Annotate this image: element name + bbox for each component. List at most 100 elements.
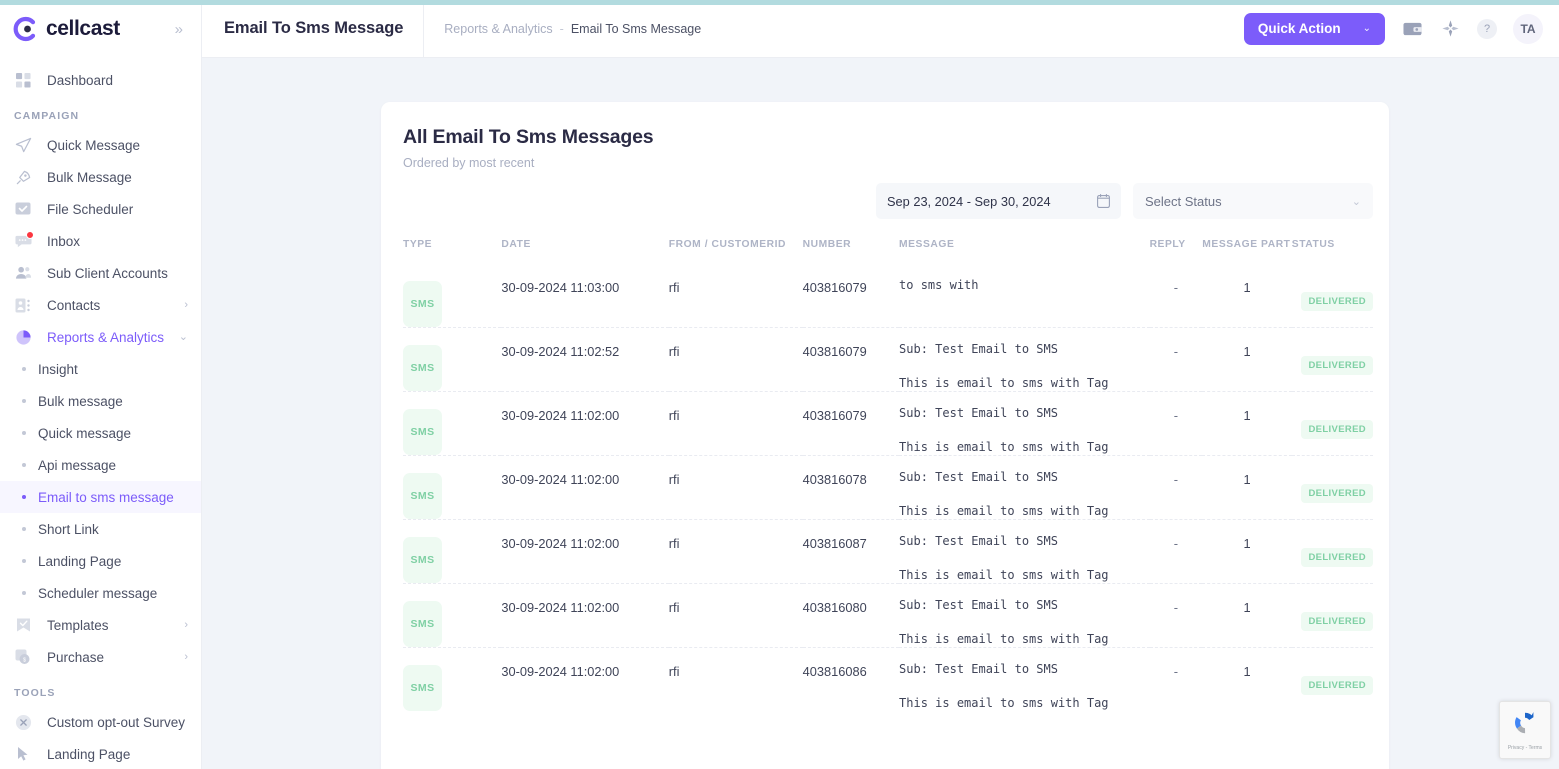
- bullet-icon: [22, 463, 26, 467]
- sidebar-item-label: Contacts: [47, 297, 101, 313]
- reply-value: -: [1173, 280, 1179, 295]
- cell-number: 403816079: [803, 264, 899, 328]
- cell-type: SMS: [403, 391, 502, 456]
- table-row[interactable]: SMS 30-09-2024 11:02:00 rfi 403816080 Sub: T…: [403, 583, 1373, 648]
- contact-card-icon: [14, 296, 32, 314]
- date-value: 30-09-2024 11:02:52: [501, 344, 620, 359]
- sidebar-item-sub-client-accounts[interactable]: Sub Client Accounts: [0, 257, 201, 289]
- column-header-reply: REPLY: [1149, 239, 1186, 250]
- chat-bubble-icon: [14, 231, 34, 250]
- chevron-right-icon: ›: [184, 650, 188, 663]
- message-part-value: 1: [1243, 600, 1251, 615]
- avatar[interactable]: TA: [1513, 13, 1543, 44]
- sidebar-item-purchase[interactable]: $ Purchase ›: [0, 641, 201, 673]
- page-title: Email To Sms Message: [224, 19, 404, 37]
- column-header-from: FROM / CUSTOMERID: [668, 239, 787, 250]
- message-line-1: Sub: Test Email to SMS: [899, 342, 1058, 356]
- from-value: rfi: [668, 408, 680, 423]
- number-value: 403816080: [802, 600, 867, 615]
- sidebar-item-reports-analytics[interactable]: Reports & Analytics ⌄: [0, 321, 201, 353]
- cell-number: 403816079: [802, 391, 900, 456]
- sms-type-badge: SMS: [403, 665, 442, 711]
- cell-date: 30-09-2024 11:03:00: [501, 264, 668, 328]
- cell-date: 30-09-2024 11:02:00: [501, 519, 669, 584]
- table-row[interactable]: SMS 30-09-2024 11:02:00 rfi 403816078 Sub: T…: [403, 455, 1373, 520]
- recaptcha-label: Privacy - Terms: [1507, 745, 1543, 751]
- chevron-down-icon: ⌄: [178, 330, 188, 343]
- chevrons-right-icon[interactable]: »: [171, 18, 187, 41]
- breadcrumb-parent[interactable]: Reports & Analytics: [444, 22, 552, 36]
- message-part-value: 1: [1243, 344, 1251, 359]
- table-row[interactable]: SMS 30-09-2024 11:02:00 rfi 403816079 Sub: T…: [403, 391, 1373, 456]
- cell-message: Sub: Test Email to SMS This is email to s…: [899, 327, 1150, 392]
- status-badge: DELIVERED: [1301, 548, 1373, 567]
- sidebar-item-tools-landing-page[interactable]: Landing Page: [0, 738, 201, 769]
- date-range-picker[interactable]: Sep 23, 2024 - Sep 30, 2024: [876, 183, 1121, 219]
- app-root: cellcast » Dashboard CAMPAIGN Quick Mess…: [0, 0, 1559, 769]
- cell-reply: -: [1149, 519, 1203, 584]
- cellcast-logo-icon: [11, 15, 39, 43]
- sidebar-subitem-insight[interactable]: Insight: [0, 353, 201, 385]
- sidebar-item-custom-opt-out-survey[interactable]: Custom opt-out Survey: [0, 706, 201, 738]
- date-range-value: Sep 23, 2024 - Sep 30, 2024: [887, 193, 1051, 209]
- sidebar-subitem-label: Email to sms message: [38, 489, 174, 505]
- sidebar-subitem-quick-message[interactable]: Quick message: [0, 417, 201, 449]
- quick-action-button[interactable]: Quick Action ⌄: [1243, 12, 1385, 45]
- cell-reply: -: [1149, 455, 1203, 520]
- message-part-value: 1: [1243, 472, 1251, 487]
- reply-value: -: [1173, 408, 1179, 423]
- sidebar-subitem-short-link[interactable]: Short Link: [0, 513, 201, 545]
- table-row[interactable]: SMS 30-09-2024 11:02:52 rfi 403816079 Sub: T…: [403, 327, 1373, 392]
- sms-type-badge: SMS: [403, 409, 442, 455]
- message-line-2: This is email to sms with Tag: [899, 376, 1109, 391]
- sidebar-subitem-api-message[interactable]: Api message: [0, 449, 201, 481]
- cell-number: 403816079: [802, 327, 900, 392]
- cell-from: rfi: [668, 391, 803, 456]
- sidebar-subitem-scheduler-message[interactable]: Scheduler message: [0, 577, 201, 609]
- sidebar-item-dashboard[interactable]: Dashboard: [0, 64, 201, 96]
- bookmark-check-icon: [14, 616, 32, 634]
- table-row[interactable]: SMS 30-09-2024 11:03:00 rfi 403816079 to sm…: [403, 264, 1373, 328]
- sidebar-item-bulk-message[interactable]: Bulk Message: [0, 161, 201, 193]
- number-value: 403816078: [802, 472, 867, 487]
- table-row[interactable]: SMS 30-09-2024 11:02:00 rfi 403816086 Sub: T…: [403, 647, 1373, 711]
- calendar-icon: [1097, 194, 1110, 208]
- rocket-icon: [14, 168, 32, 186]
- cell-type: SMS: [403, 327, 502, 392]
- cell-type: SMS: [403, 647, 502, 711]
- breadcrumb-separator: -: [559, 21, 564, 36]
- sidebar-subitem-label: Bulk message: [38, 393, 123, 409]
- brand-header: cellcast »: [0, 0, 201, 58]
- cell-message-part: 1: [1202, 455, 1292, 520]
- cell-date: 30-09-2024 11:02:52: [501, 327, 669, 392]
- sidebar-subitem-landing-page[interactable]: Landing Page: [0, 545, 201, 577]
- sidebar-item-contacts[interactable]: Contacts ›: [0, 289, 201, 321]
- wallet-icon[interactable]: [1401, 18, 1423, 40]
- date-value: 30-09-2024 11:02:00: [501, 536, 620, 551]
- dashboard-grid-icon: [14, 71, 32, 89]
- users-icon: [14, 264, 32, 282]
- paper-plane-icon: [14, 136, 32, 154]
- sidebar-item-file-scheduler[interactable]: File Scheduler: [0, 193, 201, 225]
- sparkle-icon[interactable]: [1439, 18, 1461, 40]
- cell-from: rfi: [669, 264, 803, 328]
- status-select[interactable]: Select Status ⌄: [1133, 183, 1373, 219]
- card-title: All Email To Sms Messages: [403, 126, 654, 148]
- number-value: 403816086: [802, 664, 867, 679]
- sidebar-subitem-bulk-message[interactable]: Bulk message: [0, 385, 201, 417]
- sidebar-item-inbox[interactable]: Inbox: [0, 225, 201, 257]
- sms-type-badge: SMS: [403, 473, 442, 519]
- table-row[interactable]: SMS 30-09-2024 11:02:00 rfi 403816087 Sub: T…: [403, 519, 1373, 584]
- cell-date: 30-09-2024 11:02:00: [501, 455, 669, 520]
- cell-message-part: 1: [1202, 327, 1292, 392]
- cell-message: Sub: Test Email to SMS This is email to s…: [899, 583, 1150, 648]
- sidebar-item-templates[interactable]: Templates ›: [0, 609, 201, 641]
- brand-name: cellcast: [46, 17, 120, 40]
- status-badge: DELIVERED: [1301, 612, 1373, 631]
- sidebar-item-quick-message[interactable]: Quick Message: [0, 129, 201, 161]
- help-icon[interactable]: ?: [1477, 18, 1497, 39]
- svg-text:$: $: [23, 657, 26, 663]
- number-value: 403816079: [802, 408, 867, 423]
- recaptcha-badge[interactable]: Privacy - Terms: [1499, 701, 1551, 759]
- sidebar-subitem-email-to-sms-message[interactable]: Email to sms message: [0, 481, 201, 513]
